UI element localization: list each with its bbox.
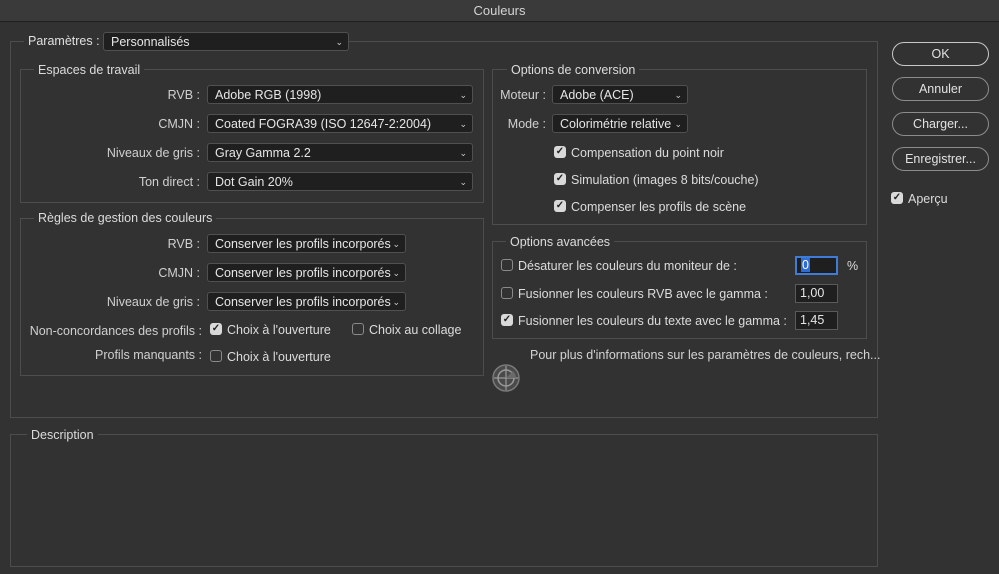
dither-checkbox[interactable]: ✓ [554,173,566,185]
info-link[interactable]: Pour plus d'informations sur les paramèt… [530,348,880,362]
blend-text-gamma-value: 1,45 [800,313,825,327]
rvb-working-space-value: Adobe RGB (1998) [215,88,322,102]
profile-mismatch-label: Non-concordances des profils : [29,324,202,338]
chevron-down-icon: ⌄ [459,148,467,158]
desaturate-unit: % [847,259,859,273]
chevron-down-icon: ⌄ [459,177,467,187]
engine-value: Adobe (ACE) [560,88,634,102]
ok-button[interactable]: OK [892,42,989,66]
policy-gray-label: Niveaux de gris : [106,295,200,309]
blend-rgb-gamma-value: 1,00 [800,286,825,300]
save-button[interactable]: Enregistrer... [892,147,989,171]
conversion-options-title: Options de conversion [507,63,640,77]
chevron-down-icon: ⌄ [674,90,682,100]
missing-ask-opening-label: Choix à l'ouverture [227,350,331,364]
gray-label: Niveaux de gris : [106,146,200,160]
cancel-button[interactable]: Annuler [892,77,989,101]
blend-rgb-label: Fusionner les couleurs RVB avec le gamma… [518,287,768,301]
spot-working-space-value: Dot Gain 20% [215,175,293,189]
black-point-label: Compensation du point noir [571,146,724,160]
check-icon: ✓ [211,323,221,334]
desaturate-label: Désaturer les couleurs du moniteur de : [518,259,737,273]
dither-label: Simulation (images 8 bits/couche) [571,173,759,187]
blend-text-checkbox[interactable]: ✓ [501,314,513,326]
preview-checkbox[interactable]: ✓ [891,192,903,204]
settings-select[interactable]: Personnalisés ⌄ [103,32,349,51]
scene-referred-checkbox[interactable]: ✓ [554,200,566,212]
chevron-down-icon: ⌄ [335,37,343,47]
policy-gray-select[interactable]: Conserver les profils incorporés ⌄ [207,292,406,311]
cmjn-working-space-select[interactable]: Coated FOGRA39 (ISO 12647-2:2004) ⌄ [207,114,473,133]
rvb-working-space-select[interactable]: Adobe RGB (1998) ⌄ [207,85,473,104]
engine-select[interactable]: Adobe (ACE) ⌄ [552,85,688,104]
engine-label: Moteur : [500,88,546,102]
gray-working-space-value: Gray Gamma 2.2 [215,146,311,160]
chevron-down-icon: ⌄ [459,90,467,100]
chevron-down-icon: ⌄ [392,239,400,249]
scene-referred-label: Compenser les profils de scène [571,200,747,214]
missing-ask-opening-checkbox[interactable] [210,350,222,362]
intent-value: Colorimétrie relative [560,117,672,131]
settings-select-value: Personnalisés [111,35,190,49]
check-icon: ✓ [892,192,902,203]
chevron-down-icon: ⌄ [459,119,467,129]
blend-rgb-checkbox[interactable] [501,287,513,299]
check-icon: ✓ [555,146,565,157]
preview-label: Aperçu [908,192,948,206]
advanced-options-title: Options avancées [506,235,615,249]
ask-when-pasting-label: Choix au collage [369,323,462,337]
working-spaces-title: Espaces de travail [34,63,145,77]
spot-working-space-select[interactable]: Dot Gain 20% ⌄ [207,172,473,191]
color-sync-icon [491,363,521,393]
check-icon: ✓ [555,200,565,211]
policy-cmjn-label: CMJN : [158,266,200,280]
ask-when-opening-label: Choix à l'ouverture [227,323,331,337]
blend-text-label: Fusionner les couleurs du texte avec le … [518,314,787,328]
desaturate-checkbox[interactable] [501,259,513,271]
policy-gray-value: Conserver les profils incorporés [215,295,391,309]
settings-label: Paramètres : [24,34,104,48]
color-management-title: Règles de gestion des couleurs [34,211,217,225]
spot-label: Ton direct : [138,175,200,189]
desaturate-input[interactable]: 0 [795,256,838,275]
policy-rvb-select[interactable]: Conserver les profils incorporés ⌄ [207,234,406,253]
ask-when-pasting-checkbox[interactable] [352,323,364,335]
desaturate-value: 0 [801,258,810,272]
black-point-checkbox[interactable]: ✓ [554,146,566,158]
description-panel [10,434,878,567]
check-icon: ✓ [555,173,565,184]
policy-rvb-value: Conserver les profils incorporés [215,237,391,251]
intent-select[interactable]: Colorimétrie relative ⌄ [552,114,688,133]
gray-working-space-select[interactable]: Gray Gamma 2.2 ⌄ [207,143,473,162]
chevron-down-icon: ⌄ [392,268,400,278]
description-title: Description [27,428,98,442]
cmjn-label: CMJN : [158,117,200,131]
check-icon: ✓ [502,314,512,325]
intent-label: Mode : [507,117,546,131]
policy-rvb-label: RVB : [167,237,200,251]
window-titlebar: Couleurs [0,0,999,22]
cmjn-working-space-value: Coated FOGRA39 (ISO 12647-2:2004) [215,117,432,131]
ask-when-opening-checkbox[interactable]: ✓ [210,323,222,335]
rvb-label: RVB : [167,88,200,102]
policy-cmjn-value: Conserver les profils incorporés [215,266,391,280]
load-button[interactable]: Charger... [892,112,989,136]
chevron-down-icon: ⌄ [674,119,682,129]
missing-profiles-label: Profils manquants : [95,348,202,362]
blend-text-gamma-input[interactable]: 1,45 [795,311,838,330]
window-title: Couleurs [473,3,526,18]
policy-cmjn-select[interactable]: Conserver les profils incorporés ⌄ [207,263,406,282]
blend-rgb-gamma-input[interactable]: 1,00 [795,284,838,303]
chevron-down-icon: ⌄ [392,297,400,307]
